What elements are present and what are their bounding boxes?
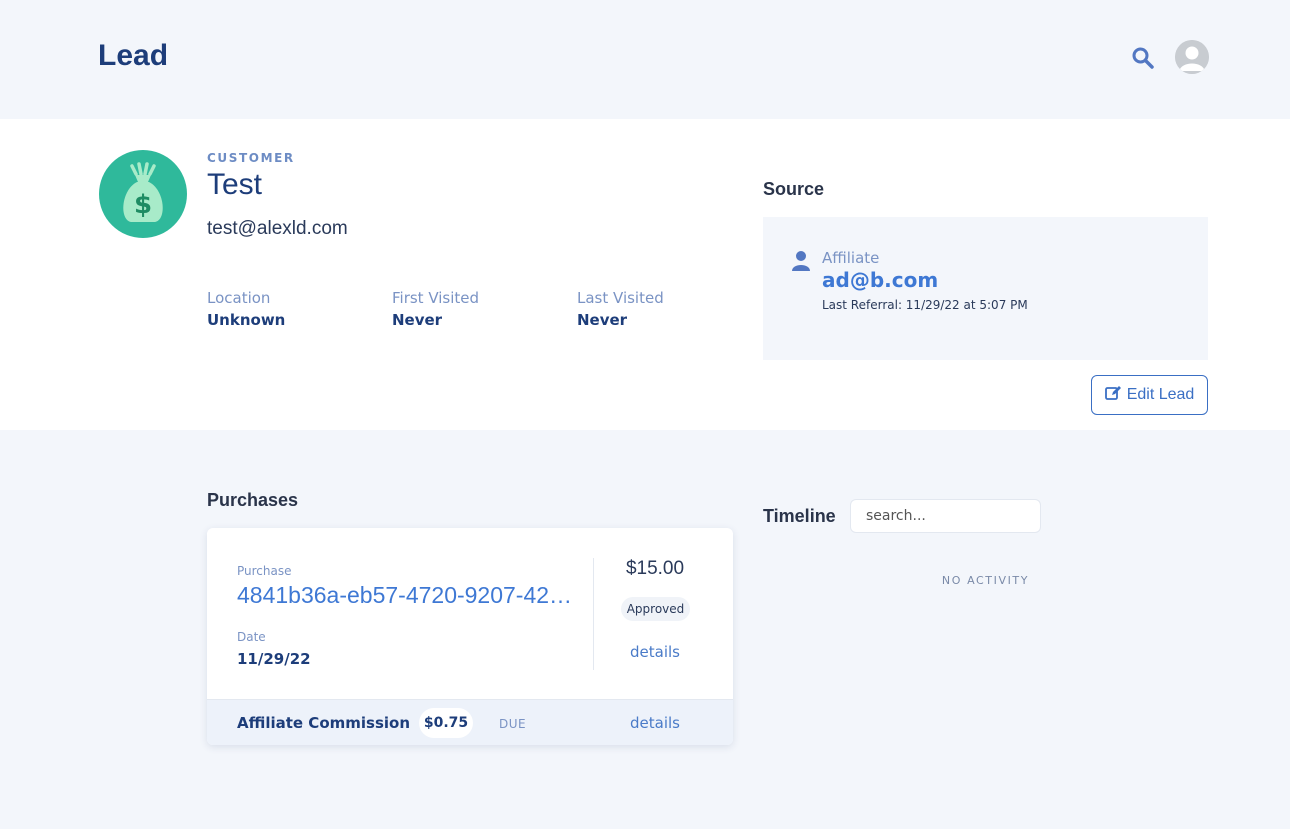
- purchase-details-link[interactable]: details: [593, 643, 717, 661]
- last-referral-text: Last Referral: 11/29/22 at 5:07 PM: [822, 298, 1028, 312]
- commission-label: Affiliate Commission: [237, 714, 411, 732]
- affiliate-label: Affiliate: [822, 249, 880, 267]
- location-value: Unknown: [207, 311, 286, 329]
- search-icon[interactable]: [1131, 46, 1155, 70]
- location-label: Location: [207, 289, 271, 307]
- top-bar: [0, 0, 1290, 119]
- purchases-heading: Purchases: [207, 490, 299, 510]
- empty-timeline-text: NO ACTIVITY: [941, 574, 1030, 587]
- purchase-label: Purchase: [237, 564, 292, 578]
- commission-status: DUE: [499, 717, 527, 731]
- lead-type-label: CUSTOMER: [207, 151, 295, 165]
- source-heading: Source: [763, 179, 825, 199]
- user-icon: [791, 250, 811, 272]
- purchase-date: 11/29/22: [237, 650, 311, 668]
- first-visited-value: Never: [392, 311, 443, 329]
- last-visited-value: Never: [577, 311, 628, 329]
- edit-lead-label: Edit Lead: [1126, 386, 1195, 403]
- lead-email: test@alexld.com: [207, 218, 348, 239]
- timeline-heading: Timeline: [763, 506, 836, 526]
- commission-row: Affiliate Commission $0.75 DUE details: [207, 699, 733, 745]
- purchase-amount: $15.00: [625, 558, 685, 579]
- timeline-search-input[interactable]: [850, 499, 1041, 533]
- commission-details-link[interactable]: details: [593, 714, 717, 732]
- money-bag-icon: $: [99, 150, 187, 238]
- date-label: Date: [237, 630, 266, 644]
- page-title: Lead: [98, 39, 169, 72]
- purchase-card: Purchase 4841b36a-eb57-4720-9207-42… Dat…: [207, 528, 733, 745]
- commission-amount: $0.75: [419, 708, 473, 738]
- edit-icon: [1104, 385, 1122, 406]
- last-visited-label: Last Visited: [577, 289, 664, 307]
- purchase-id-link[interactable]: 4841b36a-eb57-4720-9207-42…: [237, 582, 577, 609]
- lead-name: Test: [207, 168, 263, 201]
- edit-lead-button[interactable]: Edit Lead: [1091, 375, 1208, 415]
- first-visited-label: First Visited: [392, 289, 480, 307]
- user-avatar[interactable]: [1175, 40, 1209, 74]
- status-badge: Approved: [621, 597, 690, 621]
- svg-text:$: $: [134, 190, 152, 220]
- affiliate-email-link[interactable]: ad@b.com: [822, 268, 938, 292]
